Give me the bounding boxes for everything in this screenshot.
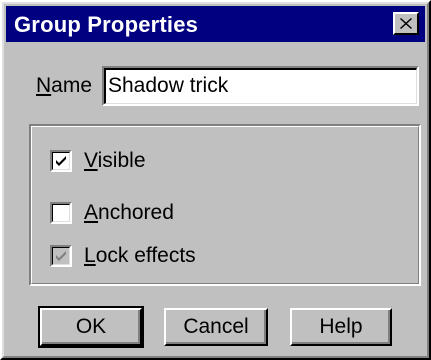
lock-effects-mnemonic: L: [84, 244, 96, 267]
checkmark-icon: [56, 156, 66, 166]
name-label-mnemonic: N: [36, 74, 52, 97]
lock-effects-label-rest: ock effects: [95, 244, 196, 267]
dialog-title: Group Properties: [14, 12, 199, 37]
visible-mnemonic: V: [84, 149, 98, 172]
visible-checkbox[interactable]: [50, 150, 72, 172]
anchored-mnemonic: A: [84, 201, 99, 224]
help-label: Help: [319, 315, 363, 338]
name-label-rest: ame: [51, 74, 93, 97]
anchored-checkbox[interactable]: [50, 202, 72, 224]
name-field[interactable]: [102, 66, 419, 106]
title-bar[interactable]: Group Properties: [6, 6, 425, 42]
name-input[interactable]: [108, 72, 408, 100]
group-properties-dialog: Group Properties Name Visible Anchored: [0, 0, 431, 360]
name-label: Name: [36, 74, 92, 98]
cancel-label: Cancel: [183, 315, 249, 338]
checkmark-icon: [56, 251, 66, 261]
visible-label-rest: isible: [97, 149, 146, 172]
anchored-option[interactable]: Anchored: [50, 200, 174, 226]
close-icon: [400, 18, 412, 29]
lock-effects-option[interactable]: Lock effects: [50, 243, 196, 269]
close-button[interactable]: [393, 12, 419, 35]
visible-label: Visible: [84, 149, 146, 173]
anchored-label-rest: nchored: [98, 201, 174, 224]
ok-label: OK: [75, 315, 107, 338]
lock-effects-checkbox[interactable]: [50, 245, 72, 267]
visible-option[interactable]: Visible: [50, 148, 146, 174]
ok-button[interactable]: OK: [38, 306, 144, 348]
lock-effects-label: Lock effects: [84, 244, 196, 268]
help-button[interactable]: Help: [290, 308, 392, 346]
cancel-button[interactable]: Cancel: [164, 308, 268, 346]
anchored-label: Anchored: [84, 201, 174, 225]
